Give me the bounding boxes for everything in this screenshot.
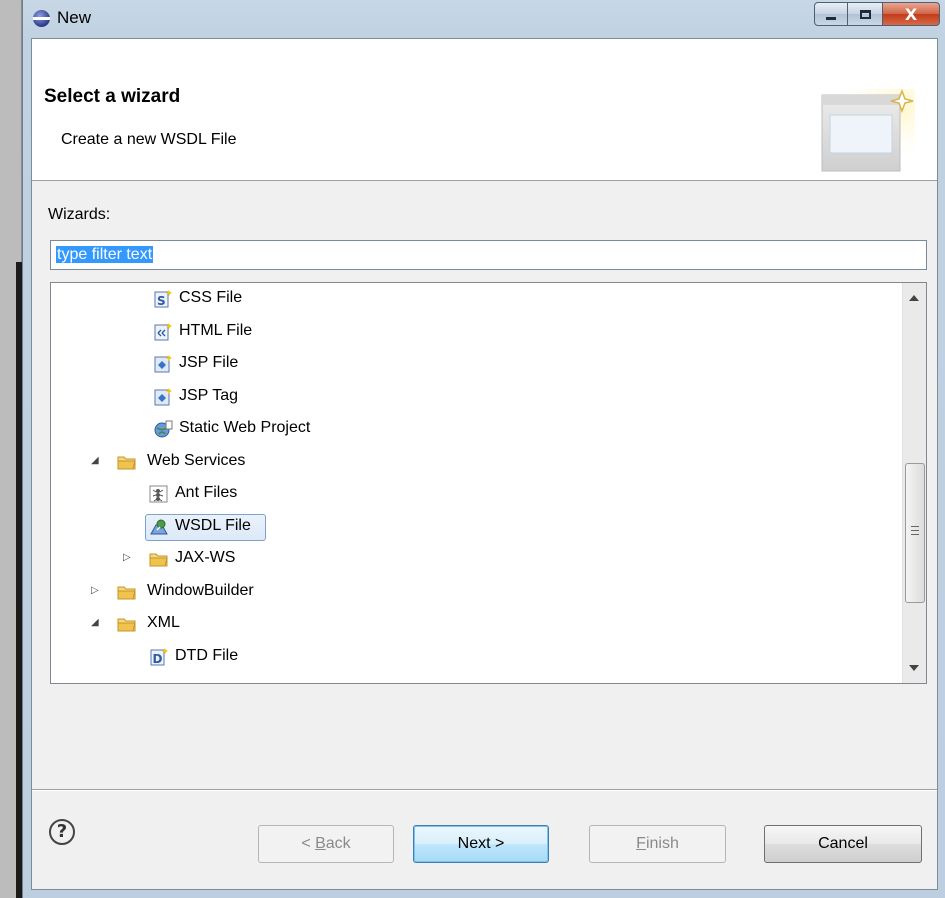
close-button[interactable]: X	[882, 2, 940, 26]
expanded-triangle-icon[interactable]: ◢	[91, 455, 101, 466]
static-web-project-icon	[153, 419, 173, 439]
tree-item-label: CSS File	[179, 289, 243, 306]
tree-item-label: WSDL File	[175, 516, 251, 534]
tree-item-label: Web Services	[147, 451, 246, 469]
collapsed-triangle-icon[interactable]: ▷	[123, 553, 133, 563]
svg-text:S: S	[157, 294, 166, 308]
tree-item-css-file[interactable]: S CSS File	[51, 285, 896, 313]
wsdl-file-icon	[149, 517, 169, 537]
close-icon: X	[904, 4, 918, 24]
tree-item-label: WindowBuilder	[147, 581, 254, 599]
page-description: Create a new WSDL File	[61, 131, 237, 148]
svg-text:D: D	[153, 652, 163, 666]
tree-item-ant-files[interactable]: Ant Files	[51, 480, 896, 508]
tree-item-jax-ws[interactable]: ▷ JAX-WS	[51, 545, 896, 573]
dtd-file-icon: D	[149, 647, 169, 667]
tree-item-label: HTML File	[179, 321, 253, 339]
tree-item-label: Static Web Project	[179, 419, 311, 436]
scroll-up-arrow-icon[interactable]	[909, 295, 919, 301]
tree-vertical-scrollbar[interactable]	[902, 283, 926, 683]
back-button[interactable]: < Back	[258, 825, 394, 863]
tree-item-jsp-file[interactable]: JSP File	[51, 350, 896, 378]
maximize-button[interactable]	[848, 2, 882, 26]
folder-icon	[117, 614, 137, 634]
tree-item-jsp-tag[interactable]: JSP Tag	[51, 383, 896, 411]
expanded-triangle-icon[interactable]: ◢	[91, 618, 101, 628]
filter-text-selection: type filter text	[56, 246, 154, 263]
window-controls: X	[814, 2, 940, 26]
tree-item-wsdl-file[interactable]: WSDL File	[51, 513, 896, 541]
help-icon[interactable]: ?	[49, 819, 75, 845]
tree-item-label: JSP Tag	[179, 386, 239, 404]
window-title: New	[57, 8, 92, 27]
tree-item-dtd-file[interactable]: D DTD File	[51, 643, 896, 671]
collapsed-triangle-icon[interactable]: ▷	[91, 585, 101, 596]
screen-background: New X Select a wizard Create a new WSDL …	[0, 0, 945, 898]
tree-item-label: DTD File	[175, 646, 239, 664]
jsp-file-icon	[153, 354, 173, 374]
scroll-thumb[interactable]	[905, 463, 925, 603]
tree-item-windowbuilder[interactable]: ▷ WindowBuilder	[51, 578, 896, 606]
wizard-header: Select a wizard Create a new WSDL File	[32, 39, 937, 181]
ant-icon	[149, 484, 169, 504]
tree-item-label: XML	[147, 614, 180, 631]
folder-icon	[117, 452, 137, 472]
page-title: Select a wizard	[44, 86, 181, 107]
cancel-button[interactable]: Cancel	[764, 825, 922, 863]
scroll-down-arrow-icon[interactable]	[909, 665, 919, 671]
next-button[interactable]: Next >	[413, 825, 549, 863]
folder-icon	[149, 549, 169, 569]
new-wizard-banner-icon	[820, 89, 915, 175]
tree-item-html-file[interactable]: HTML File	[51, 318, 896, 346]
title-bar[interactable]: New X	[23, 0, 945, 36]
minimize-icon	[826, 16, 836, 20]
tree-item-web-services[interactable]: ◢ Web Services	[51, 448, 896, 476]
finish-button[interactable]: Finish	[589, 825, 726, 863]
tree-item-xml[interactable]: ◢ XML	[51, 610, 896, 638]
css-file-icon: S	[153, 289, 173, 309]
tree-item-label: JAX-WS	[175, 549, 236, 566]
wizard-dialog: Select a wizard Create a new WSDL File W…	[31, 38, 938, 890]
maximize-icon	[859, 9, 871, 19]
new-wizard-window: New X Select a wizard Create a new WSDL …	[22, 0, 945, 898]
eclipse-app-icon	[33, 10, 50, 27]
tree-item-static-web-project[interactable]: Static Web Project	[51, 415, 896, 443]
jsp-tag-icon	[153, 387, 173, 407]
minimize-button[interactable]	[814, 2, 848, 26]
tree-item-label: JSP File	[179, 354, 239, 371]
wizard-tree[interactable]: S CSS File HTML File JSP File JSP Tag Static …	[50, 282, 927, 684]
wizards-label: Wizards:	[48, 206, 111, 223]
tree-item-label: Ant Files	[175, 484, 238, 501]
wizard-filter-input[interactable]: type filter text	[50, 240, 927, 270]
html-file-icon	[153, 322, 173, 342]
folder-icon	[117, 582, 137, 602]
background-window-edge	[0, 0, 22, 898]
